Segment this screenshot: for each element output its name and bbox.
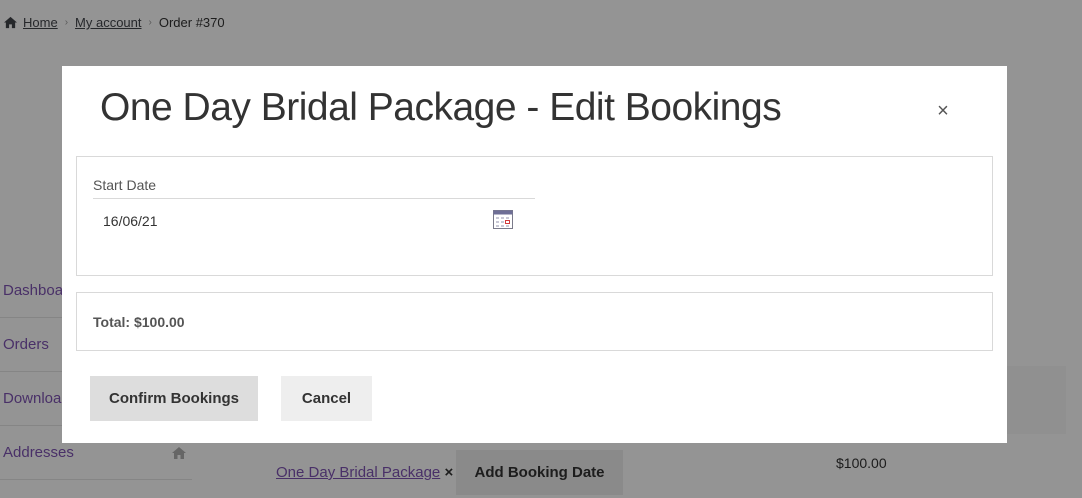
start-date-input[interactable] — [93, 205, 533, 237]
cancel-button[interactable]: Cancel — [281, 376, 372, 421]
calendar-icon[interactable] — [493, 210, 513, 229]
divider — [93, 198, 535, 199]
edit-bookings-modal: One Day Bridal Package - Edit Bookings ×… — [62, 66, 1007, 443]
confirm-bookings-button[interactable]: Confirm Bookings — [90, 376, 258, 421]
start-date-label: Start Date — [93, 177, 157, 193]
modal-title: One Day Bridal Package - Edit Bookings — [100, 86, 782, 129]
start-date-section: Start Date — [76, 156, 993, 276]
total-price: Total: $100.00 — [93, 314, 185, 330]
close-button[interactable]: × — [930, 98, 956, 124]
total-section: Total: $100.00 — [76, 292, 993, 351]
